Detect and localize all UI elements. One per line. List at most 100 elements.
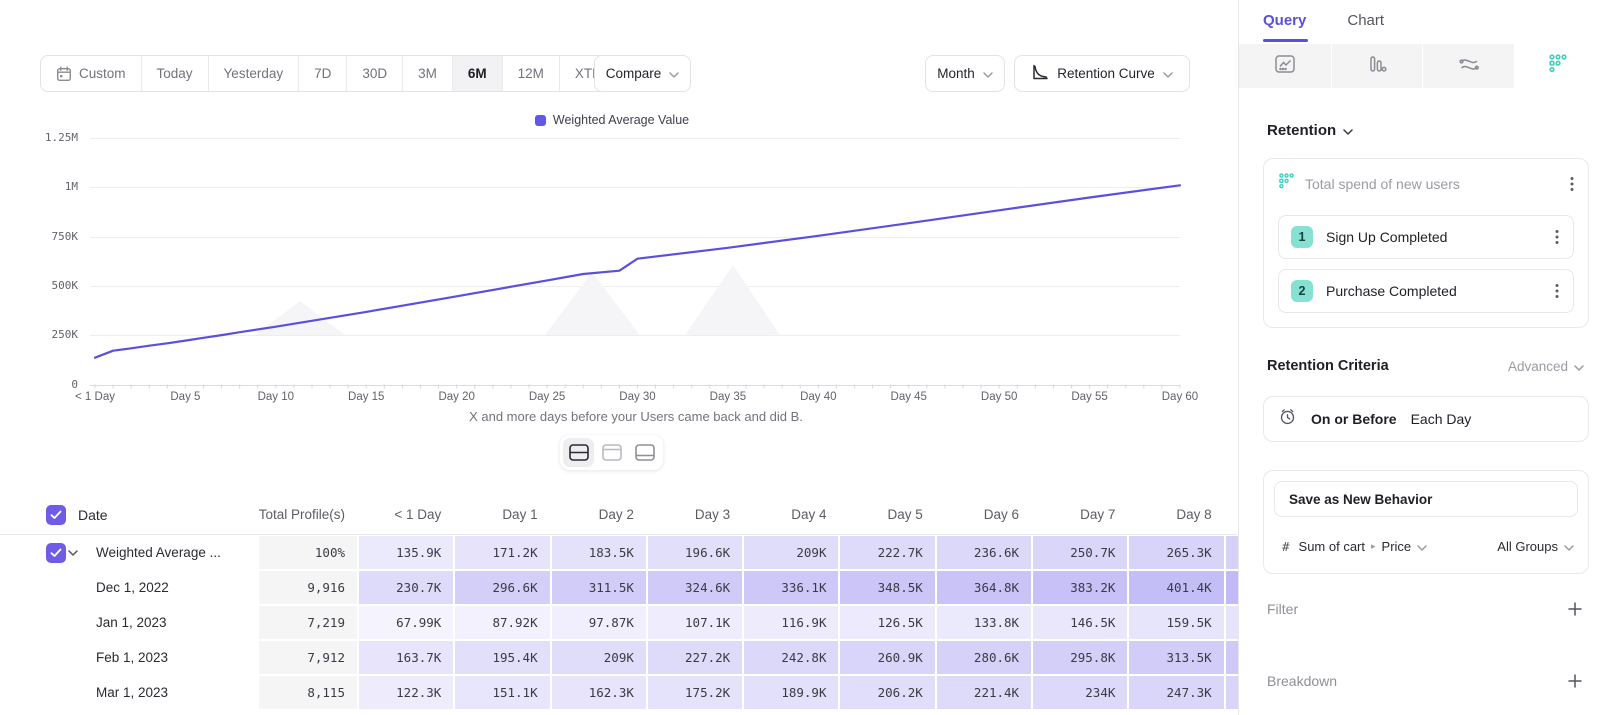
tab-chart[interactable]: Chart bbox=[1347, 12, 1384, 29]
table-row[interactable]: Mar 1, 20238,115122.3K151.1K162.3K175.2K… bbox=[0, 676, 1238, 711]
group-dropdown[interactable]: All Groups bbox=[1497, 539, 1574, 554]
total-profiles-cell: 7,912 bbox=[257, 641, 357, 676]
behavior-title: Total spend of new users bbox=[1305, 176, 1558, 192]
compare-button[interactable]: Compare bbox=[594, 55, 691, 92]
granularity-label: Month bbox=[937, 66, 975, 81]
select-all-checkbox[interactable] bbox=[46, 505, 66, 525]
add-breakdown-button[interactable] bbox=[1568, 674, 1582, 688]
gridline bbox=[90, 286, 1180, 287]
retention-section-dropdown[interactable]: Retention bbox=[1267, 122, 1353, 139]
table-header-row: DateTotal Profile(s)< 1 DayDay 1Day 2Day… bbox=[0, 495, 1238, 535]
step-row-1[interactable]: 1 Sign Up Completed bbox=[1278, 215, 1574, 259]
range-custom[interactable]: Custom bbox=[41, 56, 141, 91]
range-12m[interactable]: 12M bbox=[502, 56, 559, 91]
measurement-property-row: # Sum of cart ▸ Price All Groups bbox=[1282, 523, 1574, 569]
step-number-badge: 2 bbox=[1291, 280, 1313, 302]
tab-funnels[interactable] bbox=[1331, 44, 1423, 88]
compare-label: Compare bbox=[606, 66, 662, 81]
legend-label: Weighted Average Value bbox=[553, 113, 689, 127]
column-header: Day 2 bbox=[550, 507, 646, 522]
range-30d[interactable]: 30D bbox=[346, 56, 402, 91]
row-label: Mar 1, 2023 bbox=[0, 685, 168, 700]
chart-type-dropdown[interactable]: Retention Curve bbox=[1014, 55, 1190, 92]
chart-type-label: Retention Curve bbox=[1057, 66, 1155, 81]
retention-value-cell: 126.5K bbox=[838, 606, 934, 641]
chart-legend[interactable]: Weighted Average Value bbox=[0, 113, 1224, 127]
retention-icon bbox=[1548, 54, 1568, 78]
property-dropdown[interactable]: Sum of cart ▸ Price bbox=[1299, 539, 1428, 554]
tab-retention[interactable] bbox=[1514, 44, 1600, 88]
layout-split-view-button[interactable] bbox=[563, 438, 594, 467]
kebab-menu-icon[interactable] bbox=[1553, 281, 1561, 301]
retention-value-cell: 116.9K bbox=[742, 606, 838, 641]
range-6m[interactable]: 6M bbox=[452, 56, 502, 91]
retention-value-cell: 107.1K bbox=[646, 606, 742, 641]
range-label: 12M bbox=[518, 66, 544, 81]
table-row[interactable]: Dec 1, 20229,916230.7K296.6K311.5K324.6K… bbox=[0, 571, 1238, 606]
retention-value-cell: 247.3K bbox=[1127, 676, 1223, 711]
range-today[interactable]: Today bbox=[141, 56, 208, 91]
table-row[interactable]: Jan 1, 20237,21967.99K87.92K97.87K107.1K… bbox=[0, 606, 1238, 641]
range-label: Yesterday bbox=[224, 66, 284, 81]
chevron-down-icon[interactable] bbox=[68, 550, 78, 556]
retention-value-cell: 146.5K bbox=[1031, 606, 1127, 641]
range-label: 3M bbox=[418, 66, 437, 81]
retention-value-cell: 87.92K bbox=[453, 606, 549, 641]
advanced-dropdown[interactable]: Advanced bbox=[1508, 359, 1584, 374]
range-label: Custom bbox=[79, 66, 126, 81]
retention-value-cell: 67.99K bbox=[357, 606, 453, 641]
range-label: 7D bbox=[314, 66, 331, 81]
layout-chart-top-view-button[interactable] bbox=[596, 438, 627, 467]
table-row[interactable]: Feb 1, 20237,912163.7K195.4K209K227.2K24… bbox=[0, 641, 1238, 676]
step-number-badge: 1 bbox=[1291, 226, 1313, 248]
chevron-down-icon bbox=[1574, 359, 1584, 374]
timing-frequency: Each Day bbox=[1411, 411, 1472, 427]
tab-flows[interactable] bbox=[1422, 44, 1514, 88]
kebab-menu-icon[interactable] bbox=[1568, 174, 1576, 194]
save-as-new-behavior-button[interactable]: Save as New Behavior bbox=[1274, 481, 1578, 517]
range-label: 6M bbox=[468, 66, 487, 81]
row-checkbox[interactable] bbox=[46, 543, 66, 563]
retention-value-cell: 183.5K bbox=[550, 536, 646, 571]
kebab-menu-icon[interactable] bbox=[1553, 227, 1561, 247]
retention-value-cell: 296.6K bbox=[453, 571, 549, 606]
retention-value-cell: 260.9K bbox=[838, 641, 934, 676]
retention-timing-card[interactable]: On or Before Each Day bbox=[1263, 396, 1589, 442]
retention-value-cell: 265.3K bbox=[1127, 536, 1223, 571]
timing-mode: On or Before bbox=[1311, 411, 1397, 427]
x-axis-tick-label: Day 5 bbox=[143, 391, 227, 403]
x-axis-tick-label: Day 45 bbox=[867, 391, 951, 403]
bars-icon bbox=[1367, 54, 1387, 79]
layout-toggle-group bbox=[560, 435, 663, 470]
retention-value-cell: 209K bbox=[550, 641, 646, 676]
gridline bbox=[90, 385, 1180, 386]
range-3m[interactable]: 3M bbox=[402, 56, 452, 91]
range-yesterday[interactable]: Yesterday bbox=[208, 56, 299, 91]
tab-insights[interactable] bbox=[1239, 44, 1331, 88]
range-7d[interactable]: 7D bbox=[298, 56, 346, 91]
retention-value-cell: 311.5K bbox=[550, 571, 646, 606]
column-header: Day 7 bbox=[1031, 507, 1127, 522]
sidebar-tabs: Query Chart bbox=[1263, 12, 1384, 29]
retention-value-cell: 227.2K bbox=[646, 641, 742, 676]
column-header: Day 6 bbox=[935, 507, 1031, 522]
retention-criteria-label: Retention Criteria bbox=[1267, 358, 1389, 374]
tab-query[interactable]: Query bbox=[1263, 12, 1306, 29]
granularity-dropdown[interactable]: Month bbox=[925, 55, 1005, 92]
step-row-2[interactable]: 2 Purchase Completed bbox=[1278, 269, 1574, 313]
y-axis-tick-label: 1.25M bbox=[16, 131, 78, 144]
overflow-value-cell bbox=[1224, 571, 1238, 606]
chevron-down-icon bbox=[669, 66, 679, 81]
behavior-card: Total spend of new users 1 Sign Up Compl… bbox=[1263, 158, 1589, 328]
retention-value-cell: 348.5K bbox=[838, 571, 934, 606]
table-row[interactable]: Weighted Average ...100%135.9K171.2K183.… bbox=[0, 536, 1238, 571]
retention-value-cell: 209K bbox=[742, 536, 838, 571]
layout-split-view-icon bbox=[569, 444, 589, 461]
retention-value-cell: 196.6K bbox=[646, 536, 742, 571]
layout-table-bottom-view-button[interactable] bbox=[629, 438, 660, 467]
gridline bbox=[90, 237, 1180, 238]
chevron-down-icon bbox=[1163, 66, 1173, 81]
behavior-header[interactable]: Total spend of new users bbox=[1278, 171, 1576, 197]
add-filter-button[interactable] bbox=[1568, 602, 1582, 616]
retention-value-cell: 195.4K bbox=[453, 641, 549, 676]
